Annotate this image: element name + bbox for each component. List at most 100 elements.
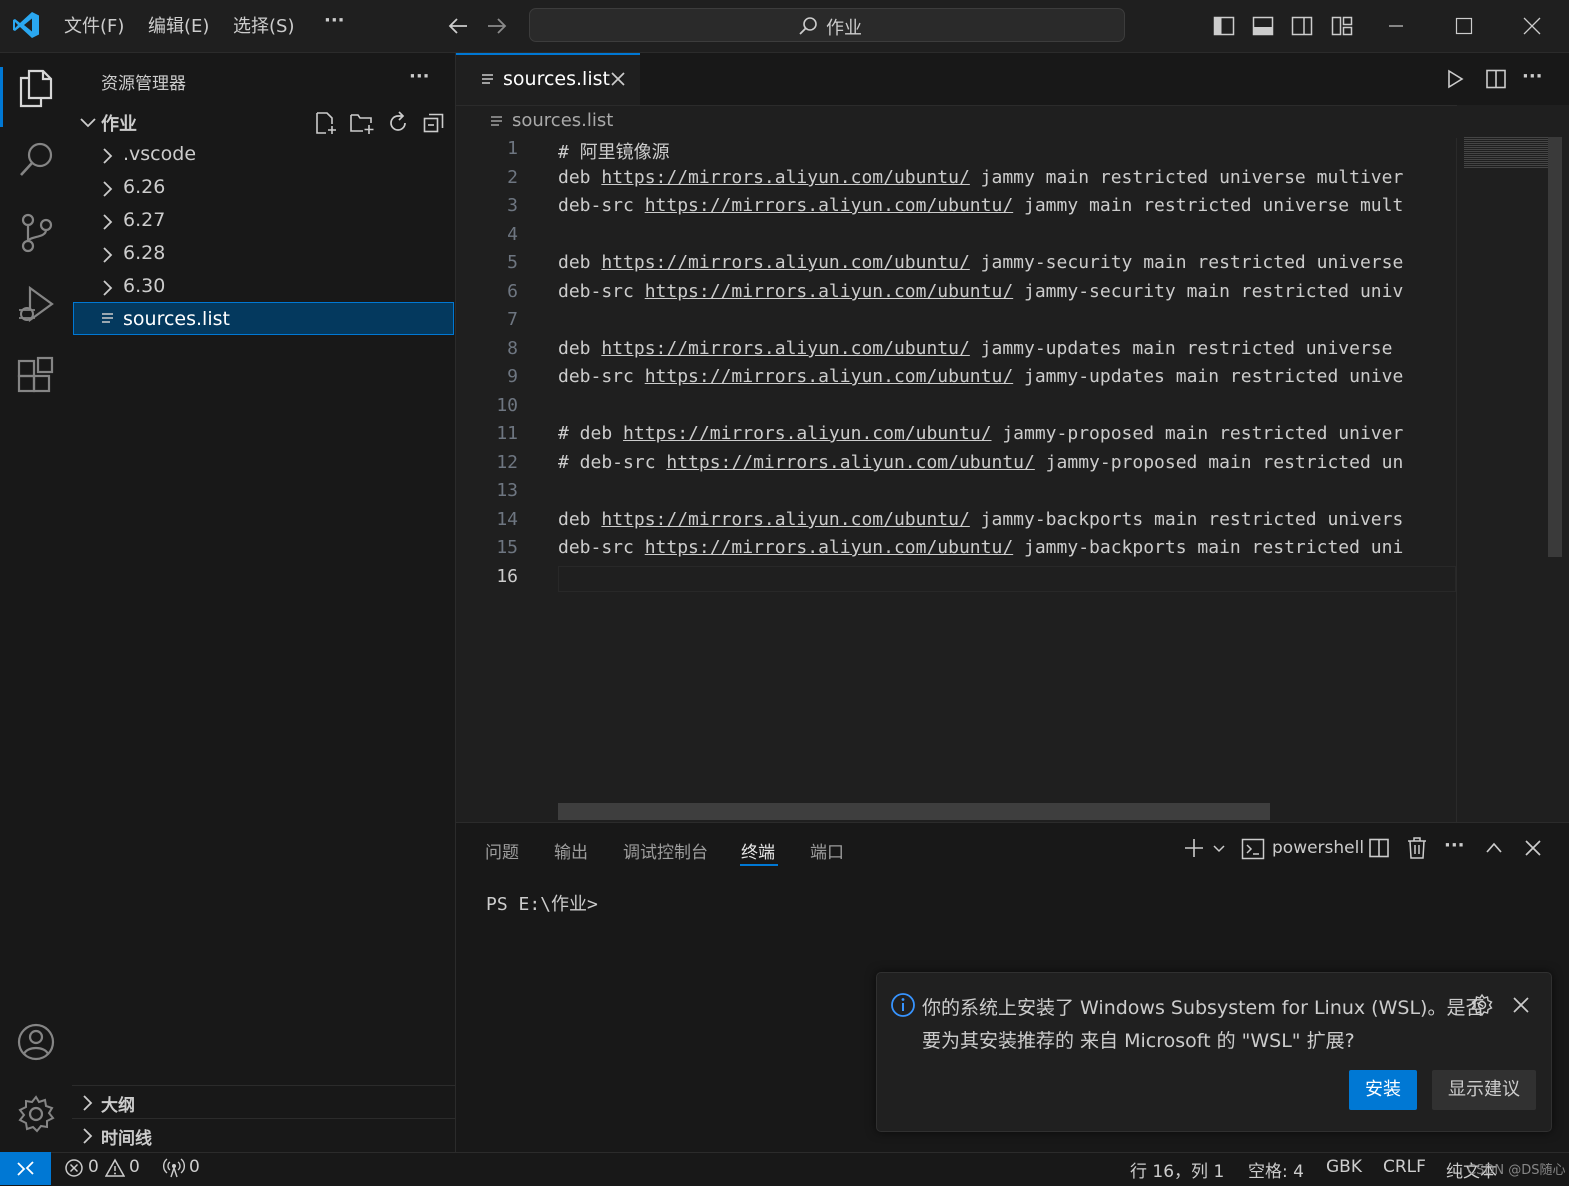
new-file-icon[interactable] [314,111,338,135]
folder-6-30[interactable]: 6.30 [123,275,165,297]
menu-file[interactable]: 文件(F) [64,12,124,38]
ports-broadcast-icon [163,1158,185,1178]
command-center-label: 作业 [826,18,862,39]
tab-output[interactable]: 输出 [554,838,588,863]
vscode-logo-icon [12,10,40,40]
terminal-icon [1241,837,1265,861]
split-terminal-icon[interactable] [1368,837,1390,859]
line-number: 8 [507,338,518,359]
code-line: deb-src https://mirrors.aliyun.com/ubunt… [558,281,1404,302]
toggle-panel-icon[interactable] [1252,15,1274,37]
explorer-title: 资源管理器 [101,74,186,94]
folder-6-28[interactable]: 6.28 [123,242,165,264]
active-tab-underline [740,864,778,866]
panel-more-button[interactable]: ··· [1444,835,1465,856]
menu-more[interactable]: ··· [324,10,345,31]
error-count[interactable]: 0 [88,1157,99,1177]
customize-layout-icon[interactable] [1331,15,1353,37]
code-line: # 阿里镜像源 [558,142,670,163]
maximize-window-icon[interactable] [1454,16,1474,36]
remote-indicator[interactable] [0,1152,51,1185]
line-number: 7 [507,309,518,330]
tab-debug-console[interactable]: 调试控制台 [623,838,708,863]
chevron-down-icon[interactable] [1212,843,1226,855]
timeline-section-header[interactable]: 时间线 [101,1124,152,1149]
forwarded-ports-count[interactable]: 0 [189,1157,200,1177]
indentation[interactable]: 空格: 4 [1248,1157,1304,1182]
folder-6-26[interactable]: 6.26 [123,176,165,198]
refresh-icon[interactable] [386,111,410,135]
editor-more-button[interactable]: ··· [1522,66,1543,87]
manage-gear-icon[interactable] [16,1094,56,1134]
back-arrow-icon[interactable] [447,15,469,37]
command-center-search[interactable]: 作业 [529,8,1125,42]
chevron-right-icon[interactable] [99,279,115,297]
menu-selection[interactable]: 选择(S) [233,12,294,38]
close-panel-icon[interactable] [1524,839,1542,857]
chevron-right-icon[interactable] [79,1094,95,1112]
line-number: 13 [496,480,518,501]
new-folder-icon[interactable] [349,111,375,135]
line-number: 2 [507,167,518,188]
split-editor-icon[interactable] [1485,68,1507,90]
line-number: 12 [496,452,518,473]
close-window-icon[interactable] [1522,16,1542,36]
explorer-more-button[interactable]: ··· [409,66,430,87]
file-encoding[interactable]: GBK [1326,1157,1362,1177]
workspace-root-folder[interactable]: 作业 [101,110,137,136]
search-icon [798,16,818,36]
code-area[interactable]: 1 # 阿里镜像源 2 deb https://mirrors.aliyun.c… [478,138,1458,608]
kill-terminal-trash-icon[interactable] [1406,836,1428,860]
terminal-shell-label[interactable]: powershell [1272,838,1364,858]
accounts-icon[interactable] [16,1022,56,1062]
run-and-debug-icon[interactable] [16,284,56,326]
warning-count[interactable]: 0 [129,1157,140,1177]
chevron-right-icon[interactable] [79,1127,95,1145]
show-recommendations-button[interactable]: 显示建议 [1432,1070,1536,1110]
close-tab-icon[interactable] [610,71,626,87]
chevron-right-icon[interactable] [99,147,115,165]
chevron-right-icon[interactable] [99,213,115,231]
tab-problems[interactable]: 问题 [485,838,519,863]
terminal-prompt[interactable]: PS E:\作业> [486,890,598,916]
toggle-primary-sidebar-icon[interactable] [1213,15,1235,37]
code-line: deb-src https://mirrors.aliyun.com/ubunt… [558,366,1404,387]
line-number: 3 [507,195,518,216]
chevron-right-icon[interactable] [99,180,115,198]
chevron-down-icon[interactable] [79,113,97,131]
chevron-right-icon[interactable] [99,246,115,264]
code-line: deb https://mirrors.aliyun.com/ubuntu/ j… [558,509,1404,530]
collapse-all-icon[interactable] [422,111,446,135]
text-file-icon [489,114,505,130]
forward-arrow-icon[interactable] [486,15,508,37]
tab-terminal[interactable]: 终端 [741,838,775,863]
active-view-indicator [0,67,3,127]
watermark: CSDN @DS随心 [1467,1163,1566,1178]
horizontal-scrollbar-thumb[interactable] [558,803,1270,820]
extensions-icon[interactable] [17,356,55,396]
tab-ports[interactable]: 端口 [810,838,844,863]
run-file-icon[interactable] [1445,69,1465,89]
maximize-panel-chevron-up-icon[interactable] [1484,838,1504,858]
source-control-icon[interactable] [18,212,56,254]
vertical-scrollbar-thumb[interactable] [1548,137,1562,557]
minimap[interactable] [1457,105,1569,822]
close-notification-icon[interactable] [1512,996,1530,1014]
install-button[interactable]: 安装 [1349,1070,1417,1110]
line-number: 6 [507,281,518,302]
notification-settings-gear-icon[interactable] [1470,993,1494,1017]
code-line: deb https://mirrors.aliyun.com/ubuntu/ j… [558,338,1393,359]
new-terminal-plus-icon[interactable] [1183,837,1205,859]
folder-vscode[interactable]: .vscode [123,143,196,165]
end-of-line[interactable]: CRLF [1383,1157,1426,1177]
search-view-icon[interactable] [18,140,56,180]
cursor-position[interactable]: 行 16，列 1 [1130,1157,1224,1182]
toggle-secondary-sidebar-icon[interactable] [1291,15,1313,37]
folder-6-27[interactable]: 6.27 [123,209,165,231]
explorer-files-icon[interactable] [17,68,55,108]
outline-section-header[interactable]: 大纲 [101,1091,135,1116]
breadcrumb[interactable]: sources.list [512,110,613,131]
minimize-window-icon[interactable] [1386,15,1406,35]
line-number: 4 [507,224,518,245]
menu-edit[interactable]: 编辑(E) [148,12,209,38]
